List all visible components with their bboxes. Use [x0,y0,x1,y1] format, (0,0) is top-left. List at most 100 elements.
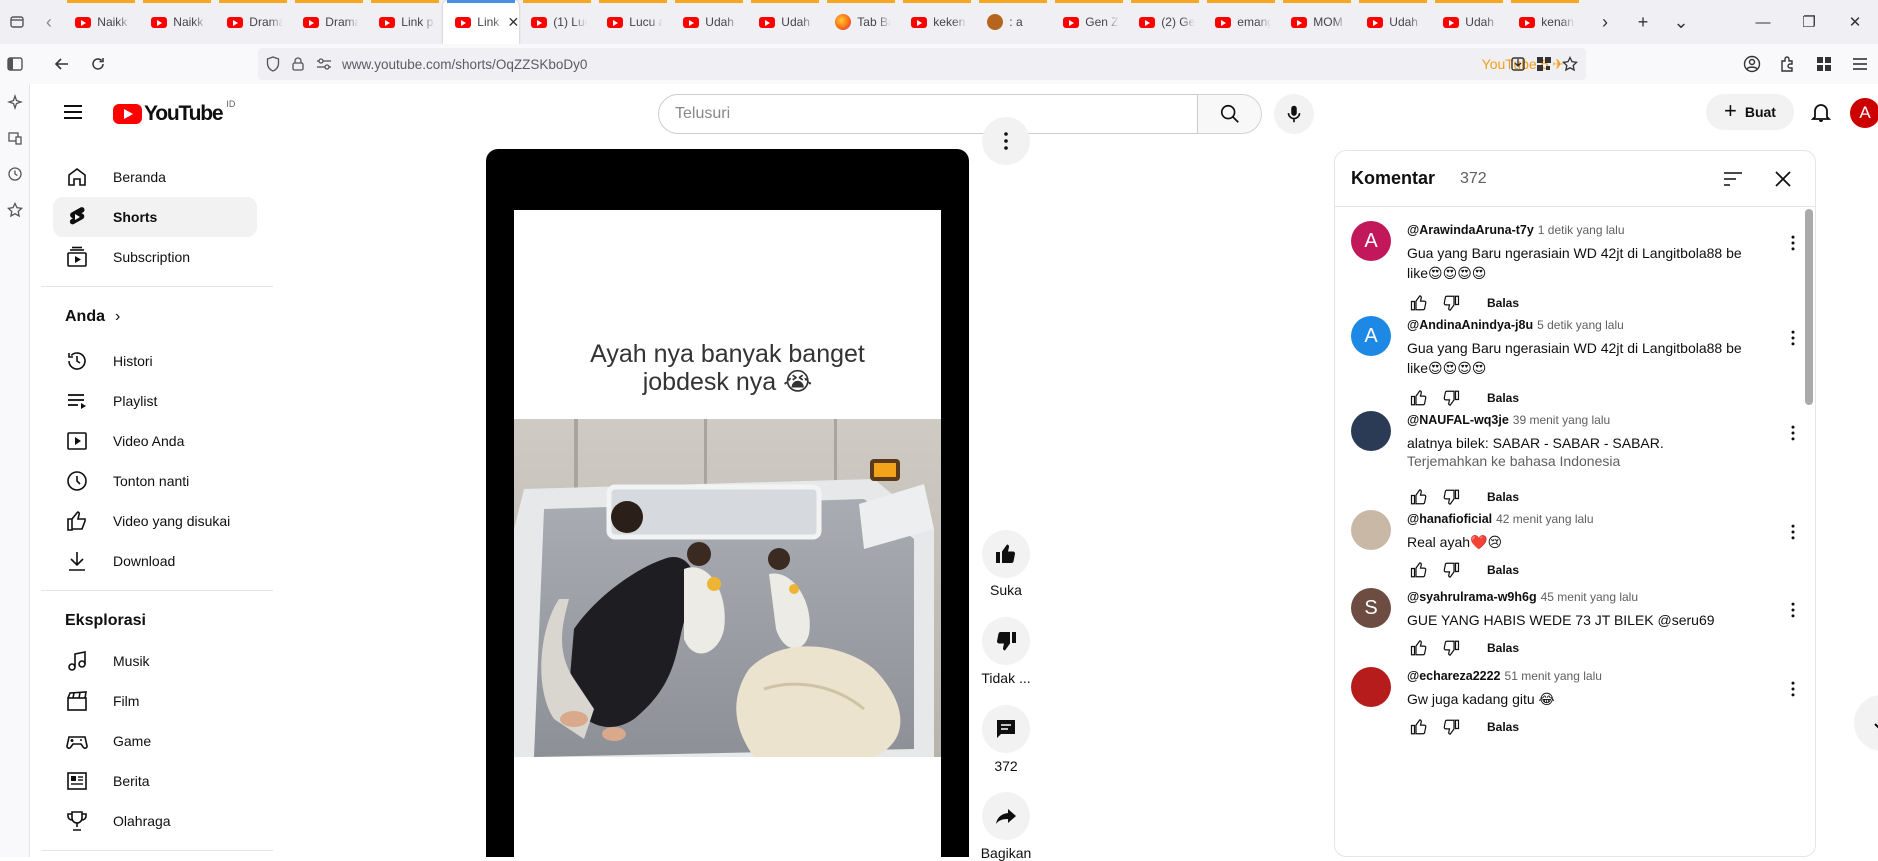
history-sidebar-icon[interactable] [0,156,30,192]
browser-tab[interactable]: : a [975,0,1051,44]
browser-tab[interactable]: Link ✕ [443,0,520,44]
browser-tab[interactable]: (1) Luc [519,0,595,44]
comment-like-icon[interactable] [1407,558,1431,582]
permissions-icon[interactable] [316,58,332,70]
qr-code-icon[interactable] [1536,56,1552,72]
reload-icon[interactable] [80,44,116,84]
browser-tab[interactable]: Tab Ba [823,0,899,44]
guide-item-playlist[interactable]: Playlist [53,381,257,421]
notifications-bell-icon[interactable] [1809,100,1833,124]
guide-item-home[interactable]: Beranda [53,157,257,197]
guide-item-film[interactable]: Film [53,681,257,721]
guide-item-watch-later[interactable]: Tonton nanti [53,461,257,501]
guide-item-your-videos[interactable]: Video Anda [53,421,257,461]
guide-item-history[interactable]: Histori [53,341,257,381]
browser-tab[interactable]: Udah [671,0,747,44]
guide-item-liked-videos[interactable]: Video yang disukai [53,501,257,541]
restore-button[interactable]: ❐ [1786,0,1832,44]
hamburger-menu-icon[interactable] [61,100,85,124]
browser-tab[interactable]: Udah [747,0,823,44]
guide-item-news[interactable]: Berita [53,761,257,801]
comment-more-icon[interactable] [1781,677,1805,701]
reply-button[interactable]: Balas [1487,641,1519,655]
browser-tab[interactable]: Naikk [139,0,215,44]
create-button[interactable]: + Buat [1706,94,1794,130]
comment-author[interactable]: @AndinaAnindya-j8u [1407,318,1533,332]
commenter-avatar[interactable] [1351,510,1391,550]
commenter-avatar[interactable]: A [1351,316,1391,356]
close-icon[interactable] [1771,167,1795,191]
dislike-button[interactable] [982,617,1030,665]
comment-author[interactable]: @ArawindaAruna-t7y [1407,223,1534,237]
guide-item-shorts[interactable]: Shorts [53,197,257,237]
comment-author[interactable]: @hanafioficial [1407,512,1492,526]
account-icon[interactable] [1734,44,1770,84]
menu-icon[interactable] [1842,44,1878,84]
browser-tab[interactable]: Drama [291,0,367,44]
shorts-video-player[interactable]: Ayah nya banyak banget jobdesk nya 😭 [486,149,969,857]
guide-item-music[interactable]: Musik [53,641,257,681]
reply-button[interactable]: Balas [1487,490,1519,504]
commenter-avatar[interactable]: S [1351,588,1391,628]
browser-tab[interactable]: Lucu a [595,0,671,44]
browser-tab[interactable]: emang [1203,0,1279,44]
shield-icon[interactable] [266,56,280,72]
commenter-avatar[interactable] [1351,667,1391,707]
guide-item-sports[interactable]: Olahraga [53,801,257,841]
reply-button[interactable]: Balas [1487,296,1519,310]
search-button[interactable] [1198,94,1262,134]
comment-time[interactable]: 1 detik yang lalu [1538,223,1625,237]
lock-icon[interactable] [292,57,304,71]
sidebar-toggle-icon[interactable] [0,44,30,84]
share-button[interactable] [982,792,1030,840]
you-section-header[interactable]: Anda › [65,308,120,326]
guide-item-download[interactable]: Download [53,541,257,581]
guide-item-gaming[interactable]: Game [53,721,257,761]
reply-button[interactable]: Balas [1487,391,1519,405]
voice-search-button[interactable] [1274,94,1314,134]
comment-dislike-icon[interactable] [1439,558,1463,582]
close-tab-icon[interactable]: ✕ [508,14,520,31]
tab-scroll-right-icon[interactable]: › [1586,0,1624,44]
browser-tab[interactable]: Udah [1431,0,1507,44]
comment-dislike-icon[interactable] [1439,291,1463,315]
browser-tab[interactable]: Drama [215,0,291,44]
comment-more-icon[interactable] [1781,520,1805,544]
comment-time[interactable]: 39 menit yang lalu [1513,413,1610,427]
comment-like-icon[interactable] [1407,485,1431,509]
next-video-button[interactable] [1854,695,1878,751]
list-all-tabs-icon[interactable]: ⌄ [1662,0,1700,44]
account-avatar[interactable]: A [1850,98,1878,128]
translate-link[interactable]: Terjemahkan ke bahasa Indonesia [1407,453,1620,469]
minimize-button[interactable]: — [1740,0,1786,44]
comment-like-icon[interactable] [1407,636,1431,660]
close-window-button[interactable]: ✕ [1832,0,1878,44]
browser-tab[interactable]: Naikk [63,0,139,44]
comment-author[interactable]: @echareza2222 [1407,669,1501,683]
commenter-avatar[interactable] [1351,411,1391,451]
comment-author[interactable]: @syahrulrama-w9h6g [1407,590,1537,604]
comment-time[interactable]: 5 detik yang lalu [1537,318,1624,332]
comment-dislike-icon[interactable] [1439,485,1463,509]
browser-tab[interactable]: MOM [1279,0,1355,44]
comments-scrollbar[interactable] [1805,209,1813,405]
address-bar[interactable]: www.youtube.com/shorts/OqZZSKboDy0 YouTu… [258,48,1586,80]
comment-author[interactable]: @NAUFAL-wq3je [1407,413,1509,427]
extensions-icon[interactable] [1770,44,1806,84]
youtube-logo[interactable]: YouTube ID [113,99,235,126]
comment-more-icon[interactable] [1781,598,1805,622]
comment-more-icon[interactable] [1781,231,1805,255]
tab-list-icon[interactable] [0,0,35,44]
sort-icon[interactable] [1721,167,1745,191]
comment-time[interactable]: 42 menit yang lalu [1496,512,1593,526]
comment-time[interactable]: 45 menit yang lalu [1541,590,1638,604]
browser-tab[interactable]: Gen Z [1051,0,1127,44]
comment-like-icon[interactable] [1407,291,1431,315]
comment-like-icon[interactable] [1407,386,1431,410]
apps-icon[interactable] [1806,44,1842,84]
guide-item-subscriptions[interactable]: Subscription [53,237,257,277]
comment-dislike-icon[interactable] [1439,636,1463,660]
save-to-pocket-icon[interactable] [1510,56,1526,72]
browser-tab[interactable]: Udah [1355,0,1431,44]
browser-tab[interactable]: (2) Ge [1127,0,1203,44]
